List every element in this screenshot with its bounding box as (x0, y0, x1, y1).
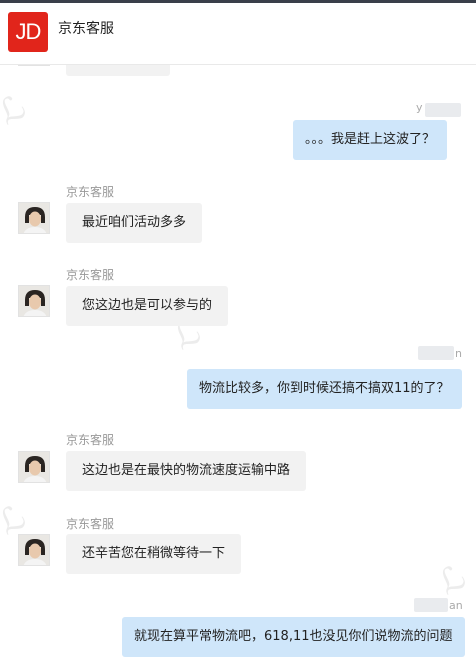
chat-area[interactable]: y 。。。我是赶上这波了？ 京东客服 最近咱们活动多多 京东客服 您这边也是可以… (0, 0, 476, 668)
message-bubble-outgoing: 就现在算平常物流吧，618,11也没见你们说物流的问题 (122, 617, 465, 657)
message-bubble-incoming: 这边也是在最快的物流速度运输中路 (66, 451, 307, 491)
chat-header: JD 京东客服 (0, 3, 476, 65)
agent-avatar (18, 451, 50, 483)
chat-title: 京东客服 (58, 21, 114, 37)
sender-name-redacted (425, 103, 461, 117)
sender-name-redacted (414, 598, 448, 612)
message-bubble-incoming: 还辛苦您在稍微等待一下 (66, 534, 242, 574)
sender-name: 京东客服 (66, 185, 115, 199)
message-bubble-incoming: 您这边也是可以参与的 (66, 286, 229, 326)
sender-name-redacted (418, 346, 454, 360)
sender-name-tail: y (416, 101, 423, 114)
jd-logo: JD (8, 12, 48, 52)
message-bubble-incoming: 最近咱们活动多多 (66, 203, 203, 243)
sender-name: 京东客服 (66, 517, 115, 531)
sender-name: 京东客服 (66, 433, 115, 447)
sender-name: 京东客服 (66, 268, 115, 282)
message-bubble-outgoing: 物流比较多，你到时候还搞不搞双11的了？ (187, 369, 462, 409)
sender-name-tail: n (455, 347, 462, 360)
agent-avatar (18, 285, 50, 317)
message-bubble-outgoing: 。。。我是赶上这波了？ (293, 120, 448, 160)
agent-avatar (18, 534, 50, 566)
agent-avatar (18, 202, 50, 234)
sender-name-tail: an (449, 599, 463, 612)
